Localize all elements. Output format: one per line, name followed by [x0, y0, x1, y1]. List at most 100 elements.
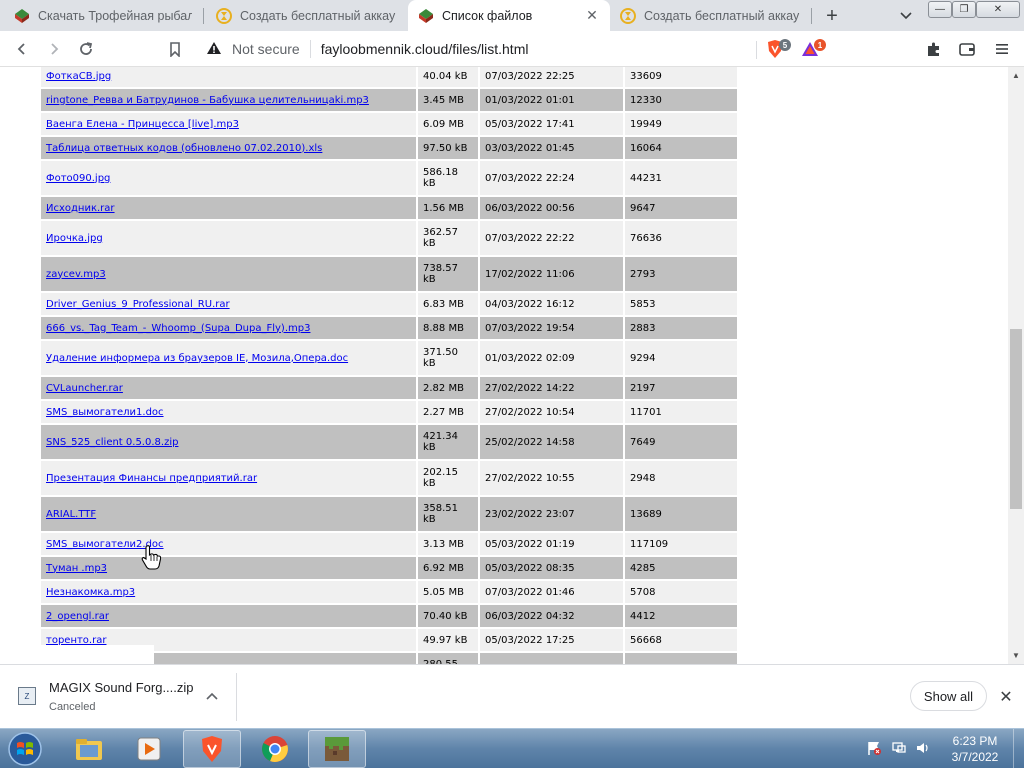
- file-size-cell: 371.50 kB: [418, 341, 478, 375]
- file-name-cell: Незнакомка.mp3: [41, 581, 416, 603]
- back-arrow-icon[interactable]: [10, 37, 34, 61]
- file-downloads-cell: 9294: [625, 341, 737, 375]
- close-window-icon[interactable]: ✕: [976, 1, 1020, 18]
- file-link[interactable]: Исходник.rar: [46, 203, 115, 214]
- file-row: Ваенга Елена - Принцесса [live].mp3 6.09 …: [41, 113, 737, 135]
- tab-file-list[interactable]: Список файлов ✕: [408, 0, 610, 31]
- file-date-cell: 05/03/2022 08:35: [480, 557, 623, 579]
- file-link[interactable]: Фото090.jpg: [46, 173, 110, 184]
- browser-toolbar: Not secure fayloobmennik.cloud/files/lis…: [0, 31, 1024, 67]
- site-favicon-icon: [418, 8, 434, 24]
- tab-separator: [203, 8, 204, 24]
- file-size-cell: 358.51 kB: [418, 497, 478, 531]
- bookmark-icon[interactable]: [163, 37, 187, 61]
- volume-speaker-icon[interactable]: [915, 740, 931, 756]
- forward-arrow-icon[interactable]: [42, 37, 66, 61]
- taskbar-chrome-icon[interactable]: [246, 730, 304, 768]
- file-name-cell: Таблица ответных кодов (обновлено 07.02.…: [41, 137, 416, 159]
- file-row: 666_vs._Tag_Team_-_Whoomp_(Supa_Dupa_Fly…: [41, 317, 737, 339]
- file-downloads-cell: 76636: [625, 221, 737, 255]
- file-link[interactable]: zaycev.mp3: [46, 269, 106, 280]
- file-name-cell: Туман .mp3: [41, 557, 416, 579]
- file-downloads-cell: 2883: [625, 317, 737, 339]
- file-downloads-cell: 56668: [625, 629, 737, 651]
- file-row: SMS_вымогатели1.doc 2.27 MB 27/02/2022 10:…: [41, 401, 737, 423]
- file-downloads-cell: 4285: [625, 557, 737, 579]
- warning-triangle-icon[interactable]: [206, 41, 224, 58]
- file-date-cell: 06/03/2022 00:56: [480, 197, 623, 219]
- extensions-puzzle-icon[interactable]: [922, 37, 946, 61]
- taskbar-explorer-icon[interactable]: [60, 730, 118, 768]
- download-options-chevron-icon[interactable]: [204, 688, 220, 704]
- file-name-cell: ARIAL.TTF: [41, 497, 416, 531]
- file-date-cell: 06/03/2022 04:32: [480, 605, 623, 627]
- close-download-bar-icon[interactable]: ✕: [996, 687, 1016, 707]
- file-link[interactable]: Презентация Финансы предприятий.rar: [46, 473, 257, 484]
- file-date-cell: [480, 653, 623, 664]
- file-row: ФоткаСВ.jpg 40.04 kB 07/03/2022 22:25 33609: [41, 67, 737, 87]
- show-all-button[interactable]: Show all: [910, 681, 987, 711]
- file-row: CVLauncher.rar 2.82 MB 27/02/2022 14:22 219…: [41, 377, 737, 399]
- file-link[interactable]: Туман .mp3: [46, 563, 107, 574]
- restore-window-icon[interactable]: ❐: [952, 1, 976, 18]
- file-row: Таблица ответных кодов (обновлено 07.02.…: [41, 137, 737, 159]
- download-filename[interactable]: MAGIX Sound Forg....zip: [49, 680, 194, 695]
- hand-cursor-icon: [140, 544, 162, 570]
- not-secure-label[interactable]: Not secure: [232, 41, 300, 57]
- menu-hamburger-icon[interactable]: [990, 37, 1014, 61]
- taskbar-minecraft-icon[interactable]: [308, 730, 366, 768]
- file-link[interactable]: Ирочка.jpg: [46, 233, 103, 244]
- file-link[interactable]: ФоткаСВ.jpg: [46, 71, 111, 82]
- show-desktop-button[interactable]: [1013, 729, 1024, 768]
- network-icon[interactable]: [891, 740, 907, 756]
- vertical-scrollbar[interactable]: ▲ ▼: [1008, 67, 1024, 664]
- file-link[interactable]: ringtone_Ревва и Батрудинов - Бабушка це…: [46, 95, 369, 106]
- start-button[interactable]: [4, 731, 46, 767]
- file-size-cell: 3.45 MB: [418, 89, 478, 111]
- action-center-flag-icon[interactable]: [866, 740, 882, 756]
- file-link[interactable]: CVLauncher.rar: [46, 383, 123, 394]
- tab-title: Список файлов: [442, 8, 533, 23]
- url-text[interactable]: fayloobmennik.cloud/files/list.html: [321, 41, 529, 57]
- taskbar-media-player-icon[interactable]: [120, 730, 178, 768]
- file-size-cell: 738.57 kB: [418, 257, 478, 291]
- reload-icon[interactable]: [74, 37, 98, 61]
- file-name-cell: SMS_вымогатели2.doc: [41, 533, 416, 555]
- file-link[interactable]: SMS_вымогатели1.doc: [46, 407, 164, 418]
- zip-file-icon[interactable]: Z: [18, 687, 36, 705]
- file-link[interactable]: Ваенга Елена - Принцесса [live].mp3: [46, 119, 239, 130]
- file-link[interactable]: ARIAL.TTF: [46, 509, 96, 520]
- file-link[interactable]: торенто.rar: [46, 635, 106, 646]
- file-link[interactable]: Удаление информера из браузеров IE, Мози…: [46, 353, 348, 364]
- file-row: Удаление информера из браузеров IE, Мози…: [41, 341, 737, 375]
- file-link[interactable]: SNS_525_client 0.5.0.8.zip: [46, 437, 178, 448]
- system-clock[interactable]: 6:23 PM 3/7/2022: [940, 733, 1010, 765]
- tab-search-chevron-icon[interactable]: [896, 6, 916, 26]
- scrollbar-thumb[interactable]: [1010, 329, 1022, 509]
- scroll-up-arrow-icon[interactable]: ▲: [1012, 71, 1020, 80]
- file-date-cell: 04/03/2022 16:12: [480, 293, 623, 315]
- file-link[interactable]: Незнакомка.mp3: [46, 587, 135, 598]
- file-row: Незнакомка.mp3 5.05 MB 07/03/2022 01:46 570…: [41, 581, 737, 603]
- tab-trophy-fishing[interactable]: Скачать Трофейная рыбалка...: [4, 0, 202, 31]
- file-link[interactable]: 2_opengl.rar: [46, 611, 109, 622]
- file-date-cell: 07/03/2022 19:54: [480, 317, 623, 339]
- tab-close-icon[interactable]: ✕: [584, 7, 600, 24]
- hourglass-favicon-icon: [216, 7, 232, 24]
- file-row: Исходник.rar 1.56 MB 06/03/2022 00:56 9647: [41, 197, 737, 219]
- address-bar[interactable]: Not secure fayloobmennik.cloud/files/lis…: [200, 35, 756, 63]
- wallet-icon[interactable]: [955, 37, 979, 61]
- file-link[interactable]: 666_vs._Tag_Team_-_Whoomp_(Supa_Dupa_Fly…: [46, 323, 310, 334]
- file-link[interactable]: Таблица ответных кодов (обновлено 07.02.…: [46, 143, 322, 154]
- scroll-down-arrow-icon[interactable]: ▼: [1012, 651, 1020, 660]
- file-date-cell: 07/03/2022 22:25: [480, 67, 623, 87]
- file-row: Driver_Genius_9_Professional_RU.rar 6.83 …: [41, 293, 737, 315]
- taskbar-brave-icon[interactable]: [183, 730, 241, 768]
- file-name-cell: zaycev.mp3: [41, 257, 416, 291]
- tab-create-account-2[interactable]: Создать бесплатный аккаунт: [610, 0, 810, 31]
- new-tab-plus-icon[interactable]: +: [820, 4, 844, 28]
- file-link[interactable]: Driver_Genius_9_Professional_RU.rar: [46, 299, 230, 310]
- minimize-window-icon[interactable]: —: [928, 1, 952, 18]
- file-downloads-cell: [625, 653, 737, 664]
- tab-create-account-1[interactable]: Создать бесплатный аккаунт: [206, 0, 406, 31]
